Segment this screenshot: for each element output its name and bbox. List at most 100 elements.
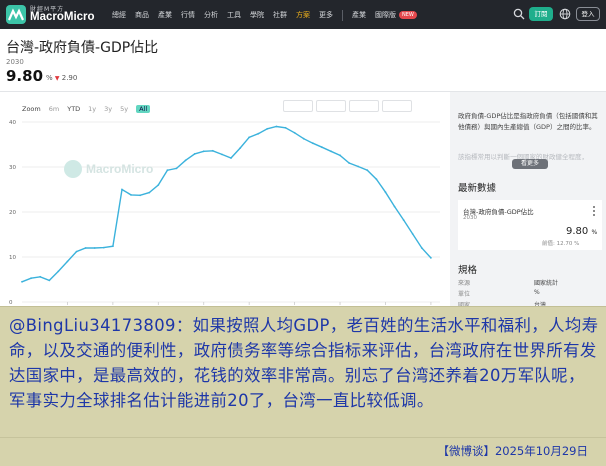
nav-item[interactable]: 產業 [158,10,172,20]
data-point [357,165,360,168]
data-point [339,154,341,157]
data-point [102,246,105,249]
data-point [348,162,350,164]
top-nav-bar: 財經M平方 MacroMicro 總經 商品 產業 行情 分析 工具 學院 社群 方案 更多 產業國… [0,0,606,29]
data-point [66,260,69,263]
data-point [321,146,323,149]
zoom-selector: Zoom 6m YTD 1y 3y 5y All [22,104,151,114]
data-point [211,149,214,152]
data-point [93,247,96,249]
nav-item[interactable]: 分析 [204,10,218,20]
data-point [121,188,123,191]
more-menu-icon[interactable] [591,205,597,217]
card-value-number: 9.80 [566,226,589,237]
latest-data-card[interactable]: 台灣-政府負債-GDP佔比 2030 9.80 % 前值: 12.70 % [458,200,602,250]
login-button[interactable]: 登入 [576,7,600,21]
y-tick-label: 10 [9,255,16,261]
subscribe-button[interactable]: 訂閱 [529,7,553,21]
spec-heading: 規格 [458,265,478,276]
spec-row: 來源 國家統計 [458,278,602,288]
data-point [84,247,87,249]
debt-gdp-chart[interactable]: 0102030401990199520002005201020152020202… [0,114,450,314]
nav-item-right[interactable]: 國際版 NEW [375,10,417,20]
data-point [166,169,169,172]
data-point [239,147,242,149]
zoom-option-6m[interactable]: 6m [49,105,59,113]
page-title: 台灣-政府負債-GDP佔比 [6,40,159,56]
data-point [75,250,78,253]
data-point [284,126,287,129]
card-value-unit: % [591,229,598,236]
nav-item[interactable]: 工具 [227,10,241,20]
brand-name: MacroMicro [30,11,95,23]
zoom-option-5y[interactable]: 5y [120,105,128,113]
brand-logo[interactable]: 財經M平方 MacroMicro [6,3,116,26]
data-point [293,131,296,134]
nav-item[interactable]: 總經 [112,10,126,20]
y-tick-label: 40 [9,120,16,126]
spec-label: 來源 [458,280,471,287]
series-line [21,125,432,283]
nav-item[interactable]: 行情 [181,10,195,20]
nav-item[interactable]: 社群 [273,10,287,20]
spec-value: % [534,289,540,296]
chart-watermark: MacroMicro [86,162,153,176]
card-value: 9.80 % [566,226,597,237]
nav-item[interactable]: 學院 [250,10,264,20]
logo-mark-icon [6,5,26,24]
comment-text: @BingLiu34173809：如果按照人均GDP，老百姓的生活水平和福利，人… [9,316,599,410]
comment-footer: 【微博谈】2025年10月29日 [0,437,606,466]
data-point [112,245,114,248]
globe-icon[interactable] [559,8,571,20]
data-point [39,275,42,278]
footer-source: 【微博谈】2025年10月29日 [437,444,588,458]
data-point [393,205,396,208]
data-point [330,150,332,153]
data-point [21,280,23,283]
spec-row: 單位% [458,289,602,299]
data-point [202,150,205,153]
nav-item[interactable]: 更多 [319,10,333,20]
data-point [148,191,151,194]
nav-item[interactable]: 商品 [135,10,149,20]
watermark-icon [64,160,82,178]
chart-tool-button[interactable] [283,100,313,112]
search-icon[interactable] [513,8,525,20]
chart-tool-button[interactable] [382,100,412,112]
chart-tool-button[interactable] [349,100,379,112]
data-point [430,257,432,259]
data-point [30,277,32,280]
data-point [184,159,187,162]
zoom-option-1y[interactable]: 1y [88,105,96,113]
zoom-option-3y[interactable]: 3y [104,105,112,113]
chart-tool-button[interactable] [316,100,346,112]
prev-value: 12.70 % [556,241,580,247]
data-point [130,194,132,196]
down-arrow-icon: ▼ [54,75,60,82]
card-date: 2030 [463,215,477,221]
latest-value: 9.80 [6,67,44,85]
data-point [411,233,414,235]
nav-item-label: 國際版 [375,11,396,19]
data-point [221,153,223,156]
new-badge: NEW [399,11,417,19]
nav-item[interactable]: 方案 [296,10,310,20]
data-point [248,136,251,139]
data-point [157,184,160,186]
zoom-option-ytd[interactable]: YTD [67,105,80,113]
latest-data-heading: 最新數據 [458,183,497,194]
unit-label: % [46,74,53,82]
data-point [57,270,60,273]
y-tick-label: 20 [9,210,16,216]
data-point [266,127,269,130]
see-more-button[interactable]: 看更多 [512,159,548,169]
y-tick-label: 30 [9,165,16,171]
zoom-label: Zoom [22,105,41,113]
data-point [193,153,196,155]
zoom-option-all[interactable]: All [136,105,151,113]
indicator-description: 政府負債-GDP佔比是指政府負債（包括國債和其他債務）與國內生產總值（GDP）之… [458,112,598,131]
nav-item-right[interactable]: 產業 [352,10,366,20]
data-point [420,247,423,249]
change-amount: 2.90 [61,74,78,82]
data-point [175,167,178,170]
